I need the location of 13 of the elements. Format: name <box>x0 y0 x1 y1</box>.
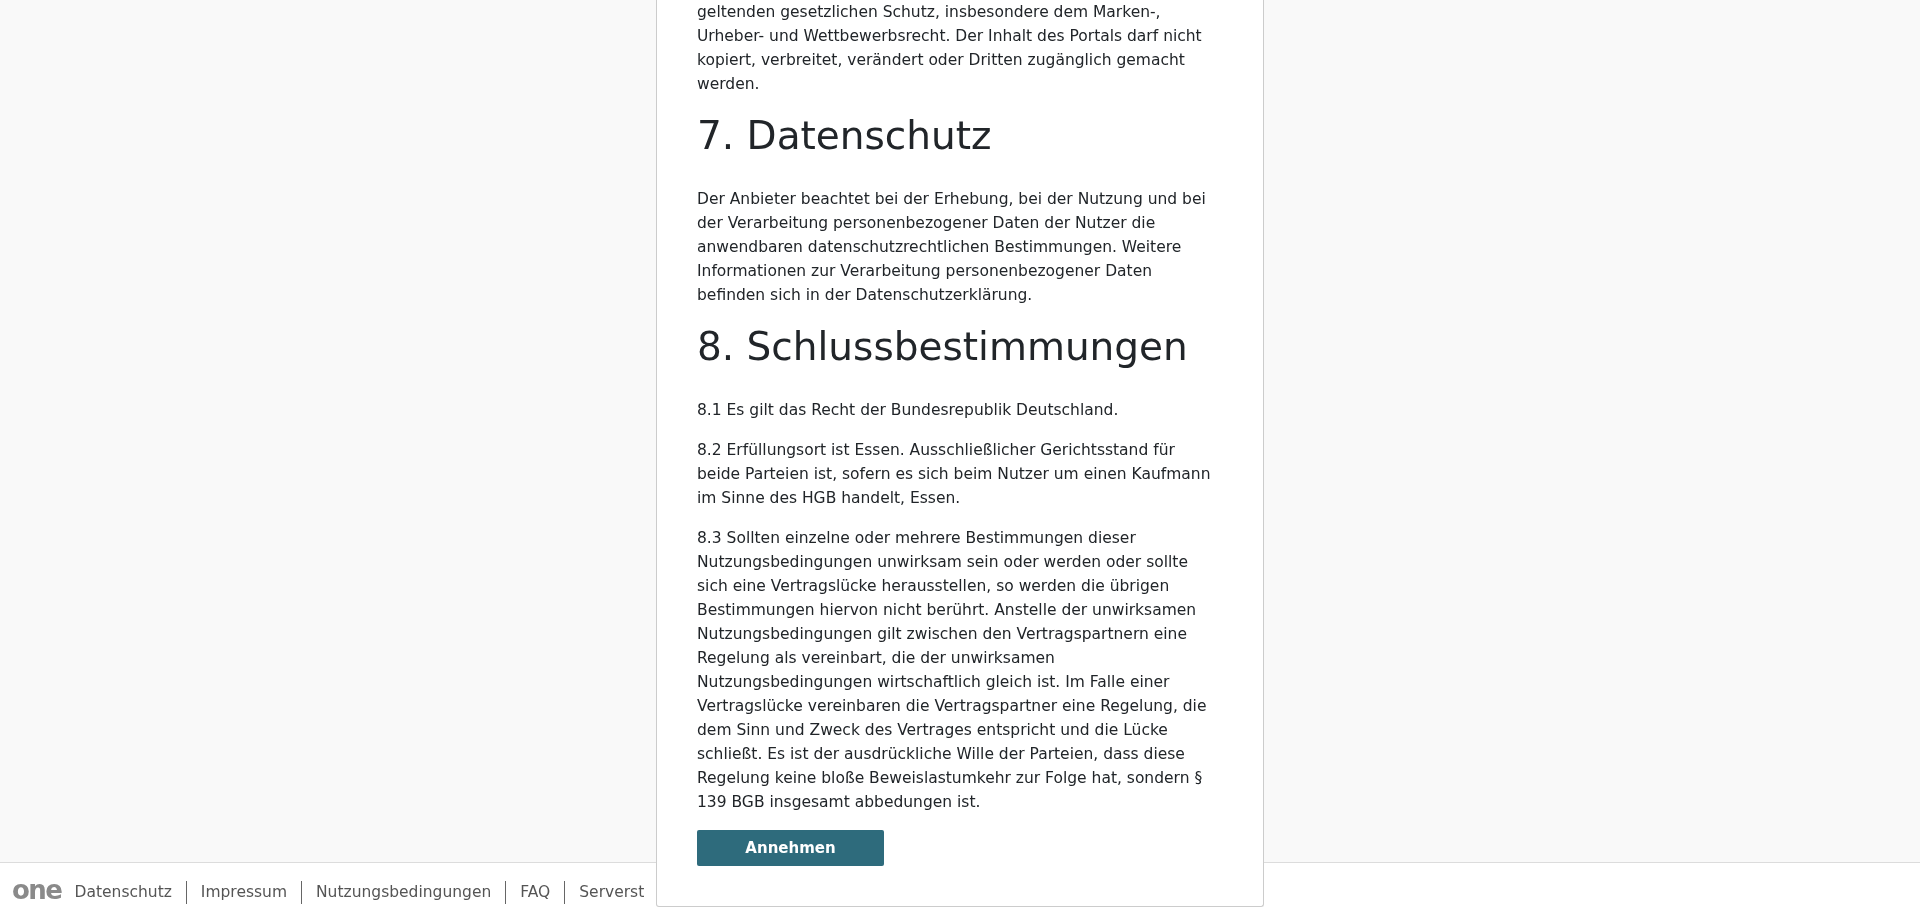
section-heading: 7. Datenschutz <box>697 112 993 159</box>
accept-button[interactable]: Annehmen <box>697 830 884 866</box>
footer-link[interactable]: Datenschutz <box>74 881 186 903</box>
terms-paragraph: 8.1 Es gilt das Recht der Bundesrepublik Deutschland. <box>697 400 1120 421</box>
footer-link[interactable]: FAQ <box>506 881 565 903</box>
footer-link[interactable]: Impressum <box>186 881 301 903</box>
terms-paragraph: 8.3 Sollten einzelne oder mehrere Bestimmungen dieser Nutzungsbedingungen unwirksam sein oder werden oder sollte sich eine Vertragslücke herausstellen, so werden die übrigen Bestimmungen hiervon nicht berührt. Anstelle der unwirksamen Nutzungsbedingungen gilt zwischen den Vertragspartnern eine Regelung als vereinbart, die der unwirksamen Nutzungsbedingungen wirtschaftlich gleich ist. Im Falle einer Vertragslücke vereinbaren die Vertragspartner eine Regelung, die dem Sinn und Zweck des Vertrages entspricht und die Lücke schließt. Es ist der ausdrückliche Wille der Parteien, dass diese Regelung keine bloße Beweislastumkehr zur Folge hat, sondern § 139 BGB insgesamt abbedungen ist. <box>697 528 1208 813</box>
section-heading: 8. Schlussbestimmungen <box>697 323 1189 370</box>
terms-paragraph: geltenden gesetzlichen Schutz, insbesondere dem Marken-, Urheber- und Wettbewerbsrecht. Der Inhalt des Portals darf nicht kopiert, verbreitet, verändert oder Dritten zugänglich gemacht werden. <box>697 2 1203 95</box>
terms-paragraph: 8.2 Erfüllungsort ist Essen. Ausschließlicher Gerichtsstand für beide Parteien ist, sofern es sich beim Nutzer um einen Kaufmann im Sinne des HGB handelt, Essen. <box>697 440 1212 509</box>
footer-link[interactable]: Serverst <box>565 881 659 903</box>
terms-paragraph: Der Anbieter beachtet bei der Erhebung, bei der Nutzung und bei der Verarbeitung personenbezogener Daten der Nutzer die anwendbaren datenschutzrechtlichen Bestimmungen. Weitere Informationen zur Verarbeitung personenbezogener Daten befinden sich in der Datenschutzerklärung. <box>697 189 1207 306</box>
footer-link[interactable]: Nutzungsbedingungen <box>302 881 506 903</box>
